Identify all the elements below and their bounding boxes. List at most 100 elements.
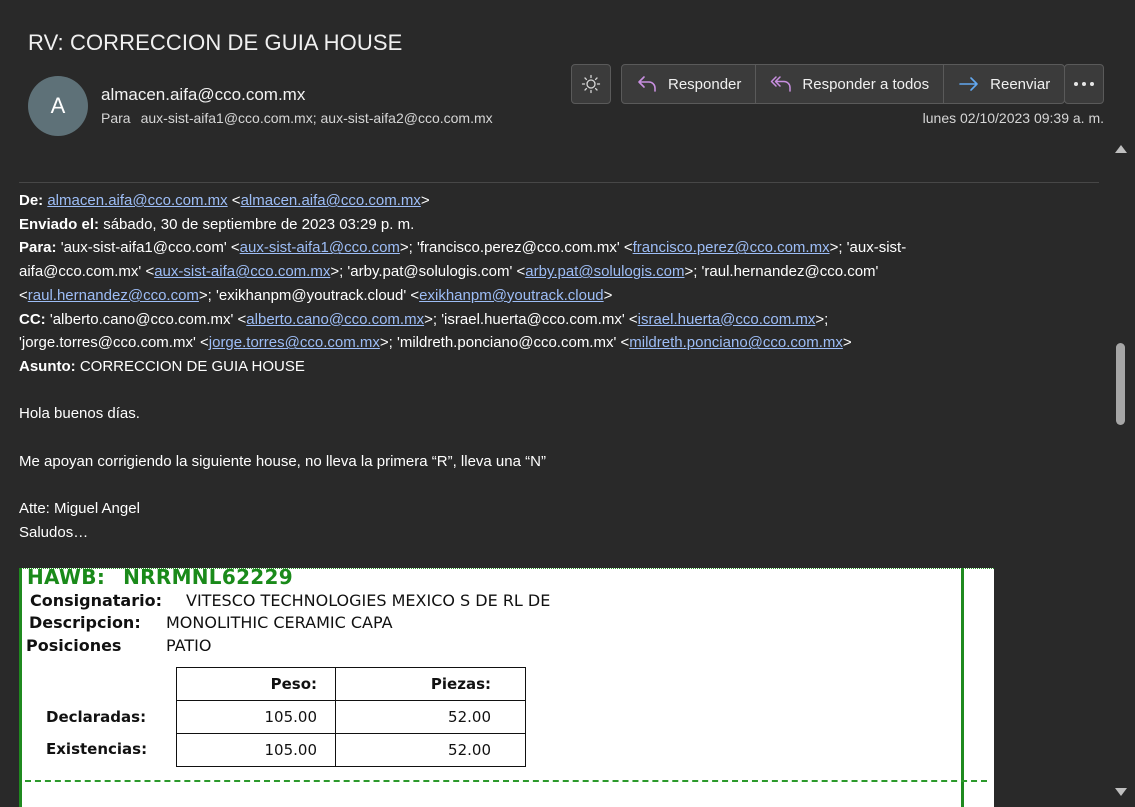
scroll-up-icon[interactable] xyxy=(1115,145,1127,153)
table-cell: 52.00 xyxy=(335,700,526,734)
subject-value: CORRECCION DE GUIA HOUSE xyxy=(75,357,305,375)
to-link-1[interactable]: aux-sist-aifa1@cco.com xyxy=(240,239,400,256)
cc-link-2[interactable]: israel.huerta@cco.com.mx xyxy=(638,311,816,328)
cc-link-1[interactable]: alberto.cano@cco.com.mx xyxy=(246,311,424,328)
signature-line-1: Atte: Miguel Angel xyxy=(19,500,140,518)
row-label: Existencias: xyxy=(46,740,148,758)
sender-address[interactable]: almacen.aifa@cco.com.mx xyxy=(101,85,305,105)
text: >; 'aux-sist- xyxy=(829,239,907,257)
message-body: De: almacen.aifa@cco.com.mx <almacen.aif… xyxy=(19,189,1019,545)
sent-line: Enviado el: sábado, 30 de septiembre de … xyxy=(19,213,1019,237)
column-header: Peso: xyxy=(176,667,336,701)
text: aifa@cco.com.mx' < xyxy=(19,263,155,281)
to-label: Para xyxy=(101,110,131,126)
row-label: Declaradas: xyxy=(46,708,147,726)
reply-actions: Responder Responder a todos Reenviar xyxy=(621,64,1066,104)
from-link-2[interactable]: almacen.aifa@cco.com.mx xyxy=(241,192,421,209)
email-subject: RV: CORRECCION DE GUIA HOUSE xyxy=(28,30,403,55)
stock-table: Peso: Piezas: 105.00 52.00 105.00 52.00 xyxy=(176,667,526,767)
cc-label: CC: xyxy=(19,310,46,328)
sun-icon xyxy=(581,74,601,94)
theme-toggle-button[interactable] xyxy=(571,64,611,104)
greeting-text: Hola buenos días. xyxy=(19,405,140,423)
text: 'aux-sist-aifa1@cco.com' < xyxy=(56,239,240,257)
sent-label: Enviado el: xyxy=(19,215,100,233)
to-recipients[interactable]: aux-sist-aifa1@cco.com.mx; aux-sist-aifa… xyxy=(141,110,493,126)
hawb-label: HAWB: xyxy=(27,568,106,589)
to-block: Para: 'aux-sist-aifa1@cco.com' <aux-sist… xyxy=(19,236,1019,307)
text: > xyxy=(603,286,613,304)
positions-row: Posiciones PATIO xyxy=(26,636,211,655)
border-left xyxy=(19,568,22,807)
text: < xyxy=(19,286,28,304)
embedded-guide-image: HAWB: NRRMNL62229 Consignatario: VITESCO T… xyxy=(19,568,994,807)
text: >; 'israel.huerta@cco.com.mx' < xyxy=(424,310,638,328)
text: >; 'mildreth.ponciano@cco.com.mx' < xyxy=(379,334,630,352)
text: >; 'francisco.perez@cco.com.mx' < xyxy=(399,239,633,257)
vertical-scrollbar[interactable] xyxy=(1111,140,1131,807)
text: < xyxy=(227,192,241,209)
text: >; xyxy=(815,310,829,328)
description-row: Descripcion: MONOLITHIC CERAMIC CAPA xyxy=(29,613,393,632)
consignee-row: Consignatario: VITESCO TECHNOLOGIES MEXIC… xyxy=(30,591,550,610)
table-header-row: Peso: Piezas: xyxy=(176,667,526,701)
hawb-title: HAWB: NRRMNL62229 xyxy=(27,568,293,589)
description-value: MONOLITHIC CERAMIC CAPA xyxy=(166,613,393,632)
table-cell: 52.00 xyxy=(335,733,526,767)
reply-all-button[interactable]: Responder a todos xyxy=(755,65,943,103)
ellipsis-icon xyxy=(1074,82,1094,86)
to-link-5[interactable]: raul.hernandez@cco.com xyxy=(28,287,199,304)
from-line: De: almacen.aifa@cco.com.mx <almacen.aif… xyxy=(19,189,1019,213)
border-right xyxy=(961,568,964,807)
forward-button[interactable]: Reenviar xyxy=(943,65,1064,103)
positions-label: Posiciones xyxy=(26,636,122,655)
scroll-thumb[interactable] xyxy=(1116,343,1125,425)
subject-line: Asunto: CORRECCION DE GUIA HOUSE xyxy=(19,355,1019,379)
text: 'alberto.cano@cco.com.mx' < xyxy=(45,310,247,328)
text: >; 'arby.pat@solulogis.com' < xyxy=(330,263,526,281)
received-date: lunes 02/10/2023 09:39 a. m. xyxy=(922,110,1104,126)
from-label: De: xyxy=(19,192,44,209)
reply-icon xyxy=(638,76,656,92)
cc-link-4[interactable]: mildreth.ponciano@cco.com.mx xyxy=(629,334,843,351)
table-cell: 105.00 xyxy=(176,700,336,734)
column-header: Piezas: xyxy=(335,667,526,701)
description-label: Descripcion: xyxy=(29,613,141,632)
cc-link-3[interactable]: jorge.torres@cco.com.mx xyxy=(209,334,380,351)
request-text: Me apoyan corrigiendo la siguiente house… xyxy=(19,452,546,470)
to-link-4[interactable]: arby.pat@solulogis.com xyxy=(525,263,684,280)
forward-label: Reenviar xyxy=(990,75,1051,93)
subject-label: Asunto: xyxy=(19,357,76,375)
table-row: 105.00 52.00 xyxy=(176,700,526,734)
to-link-3[interactable]: aux-sist-aifa@cco.com.mx xyxy=(154,263,330,280)
text: > xyxy=(842,334,852,352)
avatar[interactable]: A xyxy=(28,76,88,136)
to-link-2[interactable]: francisco.perez@cco.com.mx xyxy=(633,239,830,256)
positions-value: PATIO xyxy=(166,636,212,655)
text: >; 'exikhanpm@youtrack.cloud' < xyxy=(198,286,420,304)
text: 'jorge.torres@cco.com.mx' < xyxy=(19,334,209,352)
scroll-down-icon[interactable] xyxy=(1115,788,1127,796)
more-options-button[interactable] xyxy=(1064,64,1104,104)
text: > xyxy=(420,192,430,209)
reply-button[interactable]: Responder xyxy=(622,65,755,103)
sent-value: sábado, 30 de septiembre de 2023 03:29 p… xyxy=(99,215,415,233)
reply-all-label: Responder a todos xyxy=(802,75,930,93)
reply-all-icon xyxy=(771,76,792,92)
forward-arrow-icon xyxy=(959,77,978,91)
signature-line-2: Saludos… xyxy=(19,523,89,541)
divider xyxy=(19,182,1099,183)
table-cell: 105.00 xyxy=(176,733,336,767)
text: >; 'raul.hernandez@cco.com' xyxy=(684,263,879,281)
cc-block: CC: 'alberto.cano@cco.com.mx' <alberto.c… xyxy=(19,308,1019,355)
to-link-6[interactable]: exikhanpm@youtrack.cloud xyxy=(419,287,603,304)
reply-label: Responder xyxy=(668,75,742,93)
divider xyxy=(25,780,987,782)
to-header-label: Para: xyxy=(19,239,57,257)
hawb-number: NRRMNL62229 xyxy=(123,568,293,589)
recipients-line: Para aux-sist-aifa1@cco.com.mx; aux-sist-… xyxy=(101,110,493,126)
consignee-label: Consignatario: xyxy=(30,591,162,610)
table-row: 105.00 52.00 xyxy=(176,733,526,767)
consignee-value: VITESCO TECHNOLOGIES MEXICO S DE RL DE xyxy=(186,591,551,610)
from-link[interactable]: almacen.aifa@cco.com.mx xyxy=(47,192,227,209)
